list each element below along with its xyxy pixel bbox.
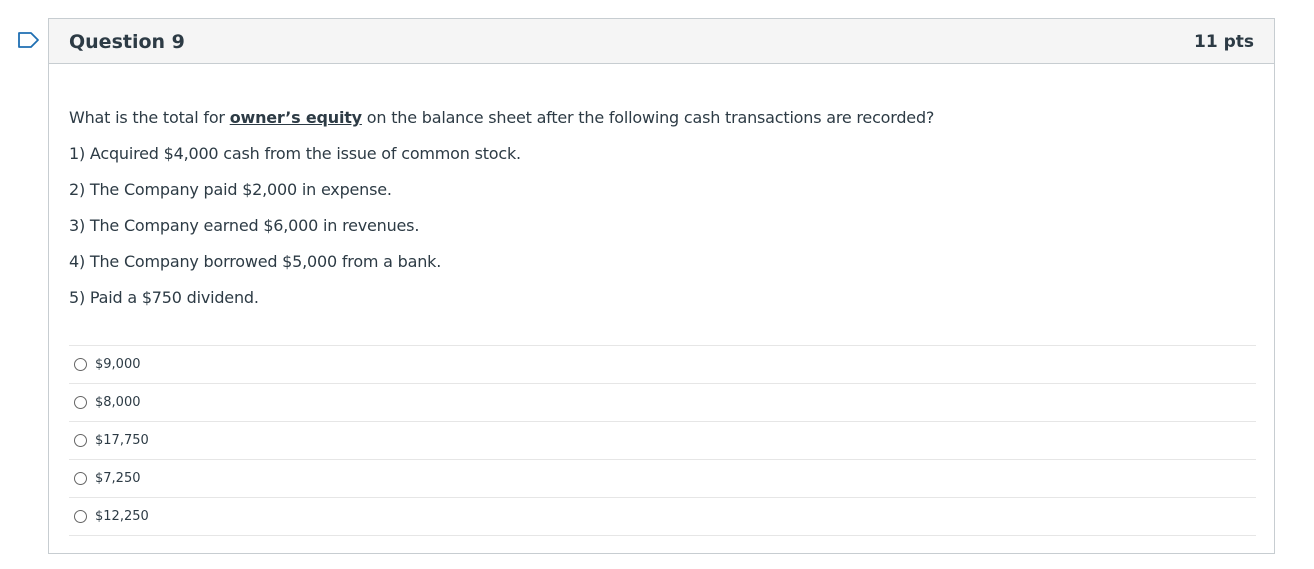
prompt-text-after: on the balance sheet after the following… bbox=[361, 108, 935, 127]
answer-label[interactable]: $7,250 bbox=[95, 471, 141, 486]
transaction-item: 3) The Company earned $6,000 in revenues… bbox=[69, 216, 420, 235]
question-prompt: What is the total for owner’s equity on … bbox=[69, 108, 1256, 128]
radio-button[interactable] bbox=[74, 434, 87, 447]
answer-option[interactable]: $12,250 bbox=[69, 498, 1256, 536]
flag-question-icon[interactable] bbox=[17, 31, 41, 49]
transaction-item: 4) The Company borrowed $5,000 from a ba… bbox=[69, 252, 442, 271]
radio-button[interactable] bbox=[74, 472, 87, 485]
radio-button[interactable] bbox=[74, 510, 87, 523]
answer-label[interactable]: $12,250 bbox=[95, 509, 149, 524]
prompt-emphasis: owner’s equity bbox=[229, 108, 362, 127]
prompt-text-before: What is the total for bbox=[69, 108, 230, 127]
question-title: Question 9 bbox=[69, 31, 185, 53]
transaction-item: 5) Paid a $750 dividend. bbox=[69, 288, 259, 307]
radio-button[interactable] bbox=[74, 396, 87, 409]
transaction-item: 1) Acquired $4,000 cash from the issue o… bbox=[69, 144, 521, 163]
answer-label[interactable]: $9,000 bbox=[95, 357, 141, 372]
answer-label[interactable]: $8,000 bbox=[95, 395, 141, 410]
transaction-item: 2) The Company paid $2,000 in expense. bbox=[69, 180, 392, 199]
answer-option[interactable]: $9,000 bbox=[69, 346, 1256, 384]
answer-option[interactable]: $8,000 bbox=[69, 384, 1256, 422]
answer-list: $9,000 $8,000 $17,750 $7,250 $12,250 bbox=[69, 345, 1256, 536]
question-text: What is the total for owner’s equity on … bbox=[69, 108, 1256, 324]
answer-option[interactable]: $17,750 bbox=[69, 422, 1256, 460]
answer-label[interactable]: $17,750 bbox=[95, 433, 149, 448]
question-header: Question 9 11 pts bbox=[49, 19, 1274, 64]
radio-button[interactable] bbox=[74, 358, 87, 371]
question-points: 11 pts bbox=[1194, 32, 1254, 52]
question-card: Question 9 11 pts What is the total for … bbox=[48, 18, 1275, 554]
answer-option[interactable]: $7,250 bbox=[69, 460, 1256, 498]
